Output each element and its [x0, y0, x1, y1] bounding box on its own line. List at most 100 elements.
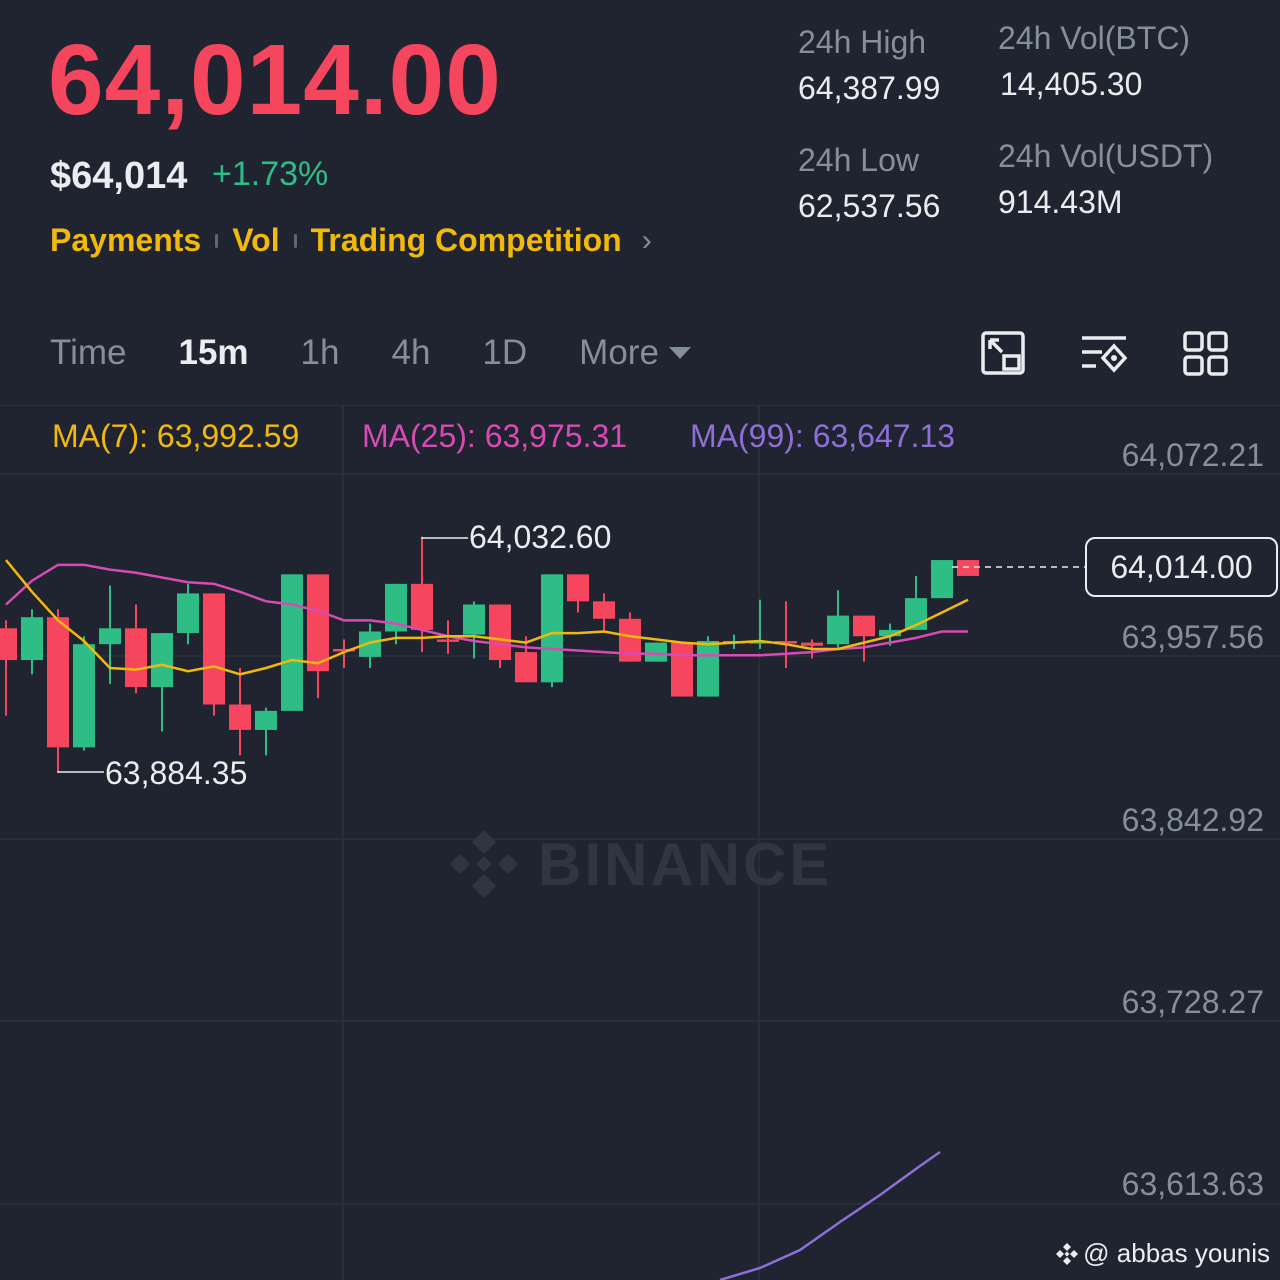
candle-body [567, 574, 589, 602]
stat-24h-vol-usdt-value: 914.43M [998, 184, 1123, 220]
stat-24h-low-value: 62,537.56 [798, 188, 941, 224]
stat-24h-high-value: 64,387.99 [798, 70, 941, 106]
candle [333, 639, 355, 669]
credit: @ abbas younis [1055, 1238, 1270, 1269]
tab-more[interactable]: More [579, 333, 743, 373]
tab-1h[interactable]: 1h [301, 333, 340, 373]
candle-body [801, 642, 823, 646]
candle [21, 609, 43, 675]
tab-time[interactable]: Time [50, 333, 126, 373]
candle [229, 668, 251, 756]
binance-small-logo-icon [1056, 1242, 1079, 1265]
candle [931, 560, 953, 599]
candle-body [541, 574, 563, 683]
promo-links: Payments Vol Trading Competition › [50, 222, 652, 259]
candle-body [99, 628, 121, 645]
high-marker-leader [421, 536, 468, 539]
candle-body [21, 617, 43, 661]
candle-body [489, 604, 511, 661]
chevron-right-icon[interactable]: › [642, 224, 652, 258]
tab-4h[interactable]: 4h [391, 333, 430, 373]
ma-lines [5, 559, 969, 1280]
credit-text: @ abbas younis [1083, 1238, 1270, 1268]
candle-body [177, 593, 199, 634]
candle [593, 593, 615, 632]
binance-watermark: BINANCE [446, 826, 832, 902]
candle [385, 583, 407, 645]
candle-body [697, 641, 719, 697]
stat-24h-low-label: 24h Low [798, 142, 919, 178]
candle-body [619, 618, 641, 662]
candle [541, 574, 563, 688]
candle [567, 574, 589, 613]
grid-layout-icon[interactable] [1182, 330, 1230, 378]
timeframe-tabs: Time 15m 1h 4h 1D More [50, 333, 795, 373]
low-marker-leader [57, 771, 104, 773]
candle [489, 604, 511, 669]
tab-1d[interactable]: 1D [482, 333, 527, 373]
last-price: 64,014.00 [48, 24, 502, 136]
candle [73, 636, 95, 751]
stat-24h-vol-usdt-label: 24h Vol(USDT) [998, 138, 1214, 174]
candle [255, 707, 277, 756]
candle [645, 642, 667, 662]
link-trading-competition[interactable]: Trading Competition [311, 222, 622, 259]
candle-body [671, 642, 693, 697]
stat-24h-high-label: 24h High [798, 24, 927, 60]
candle-body [853, 615, 875, 637]
candle-body [125, 628, 147, 688]
tab-15m[interactable]: 15m [178, 333, 248, 373]
ma99-line [719, 1150, 941, 1280]
indicator-settings-icon[interactable] [1080, 330, 1128, 378]
candle-body [0, 628, 17, 661]
link-separator [293, 233, 297, 248]
candle-body [255, 710, 277, 730]
low-price-marker: 63,884.35 [105, 755, 248, 791]
candle-body [281, 574, 303, 711]
y-axis-label: 63,728.27 [1121, 984, 1264, 1020]
current-price-tag: 64,014.00 [1085, 537, 1278, 597]
candle-body [515, 652, 537, 683]
fullscreen-icon[interactable] [980, 330, 1028, 378]
ma7-legend: MA(7): 63,992.59 [52, 418, 300, 454]
candles [0, 536, 979, 773]
caret-down-icon [668, 347, 691, 359]
tab-more-label: More [579, 333, 659, 372]
candle-body [437, 639, 459, 642]
usd-price: $64,014 [50, 155, 188, 197]
link-payments[interactable]: Payments [50, 222, 201, 259]
ma7-line [5, 559, 969, 676]
y-axis-label: 63,957.56 [1121, 619, 1264, 655]
link-separator [215, 233, 219, 248]
candle-body [307, 574, 329, 672]
y-axis-label: 64,072.21 [1121, 437, 1264, 473]
candle [177, 583, 199, 645]
ma25-line [5, 563, 968, 657]
ma99-legend: MA(99): 63,647.13 [690, 418, 956, 454]
candle [775, 601, 797, 669]
candle-body [411, 583, 433, 630]
candle [151, 633, 173, 732]
candle [827, 590, 849, 648]
candle-body [151, 633, 173, 688]
stat-24h-vol-btc-value: 14,405.30 [1000, 66, 1143, 102]
y-axis-label: 63,613.63 [1121, 1166, 1264, 1202]
candle [853, 615, 875, 662]
candle-body [593, 601, 615, 619]
candle [307, 574, 329, 699]
y-axis-label: 63,842.92 [1121, 802, 1264, 838]
candle [463, 601, 485, 659]
candle [411, 536, 433, 653]
candle-body [463, 604, 485, 635]
candle-body [931, 560, 953, 599]
candle-body [203, 593, 225, 705]
candle [281, 574, 303, 711]
candle [957, 560, 979, 576]
candle-body [827, 615, 849, 645]
candle-body [47, 617, 69, 748]
candle-body [229, 704, 251, 730]
link-vol[interactable]: Vol [232, 222, 279, 259]
candle-body [645, 642, 667, 662]
candle-body [957, 560, 979, 576]
stat-24h-vol-btc-label: 24h Vol(BTC) [998, 20, 1191, 56]
